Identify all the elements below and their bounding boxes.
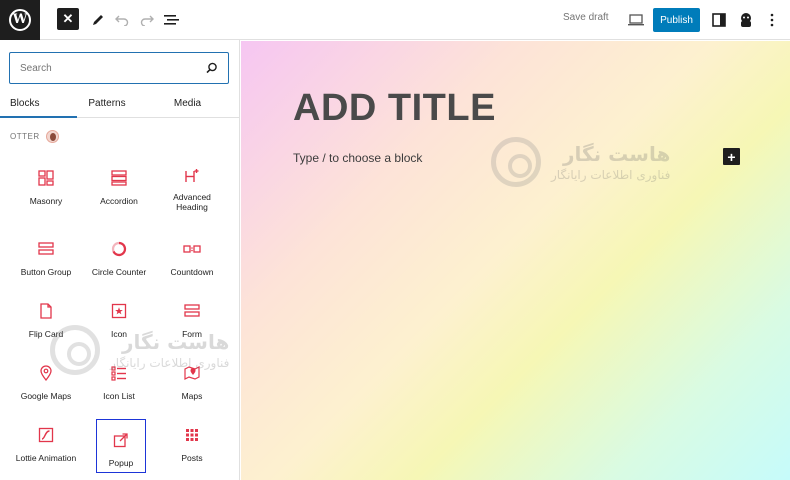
redo-icon [140,15,154,26]
post-title[interactable]: ADD TITLE [293,87,496,130]
popup-icon [111,430,131,450]
settings-button[interactable] [710,8,728,32]
circle-counter-icon [109,239,129,259]
block-label: Maps [181,391,203,401]
button-group-icon [36,239,56,259]
icon-list-icon [109,363,129,383]
block-label: Lottie Animation [15,453,77,463]
desktop-preview-icon [628,14,644,26]
watermark: هاست نگار فناوری اطلاعات رایانگار [491,137,670,187]
wordpress-icon: W [9,8,31,31]
block-label: Circle Counter [91,267,147,277]
wordpress-logo-button[interactable]: W [0,0,40,40]
undo-button[interactable] [113,8,131,32]
block-advanced-heading[interactable]: Advanced Heading [165,158,219,212]
block-label: Popup [108,458,134,468]
sidebar-settings-icon [712,13,726,27]
block-circle-counter[interactable]: Circle Counter [92,229,146,283]
block-icon[interactable]: Icon [92,291,146,345]
inserter-tabs: Blocks Patterns Media [0,90,239,118]
more-options-button[interactable] [764,8,780,32]
otter-avatar-icon [45,130,59,143]
preview-button[interactable] [626,8,646,32]
more-vertical-icon [770,13,774,27]
block-masonry[interactable]: Masonry [19,158,73,212]
add-block-button[interactable]: + [723,148,740,165]
list-view-icon [164,15,179,25]
block-accordion[interactable]: Accordion [92,158,146,212]
block-label: Masonry [29,196,63,206]
icon-block-icon [109,301,129,321]
otter-icon [741,13,751,27]
search-box [9,52,229,84]
block-label: Button Group [20,267,72,277]
block-label: Advanced Heading [173,192,211,212]
block-popup[interactable]: Popup [96,419,146,473]
save-draft-button[interactable]: Save draft [563,12,609,23]
redo-button[interactable] [138,8,156,32]
block-inserter-panel: Blocks Patterns Media OTTER Masonry Acco… [0,40,240,480]
category-header: OTTER [10,130,59,143]
block-icon-list[interactable]: Icon List [92,353,146,407]
search-input[interactable] [20,62,206,74]
pencil-icon [93,15,103,25]
document-overview-button[interactable] [162,8,182,32]
block-flip-card[interactable]: Flip Card [19,291,73,345]
block-countdown[interactable]: Countdown [165,229,219,283]
block-form[interactable]: Form [165,291,219,345]
block-label: Posts [181,453,203,463]
block-button-group[interactable]: Button Group [19,229,73,283]
tab-blocks[interactable]: Blocks [0,90,77,118]
tab-media[interactable]: Media [137,90,233,117]
block-placeholder[interactable]: Type / to choose a block [293,151,422,165]
block-posts[interactable]: Posts [165,415,219,469]
top-toolbar: W ✕ Save draft Publish [0,0,790,40]
block-label: Accordion [100,196,138,206]
close-inserter-button[interactable]: ✕ [57,8,79,30]
lottie-animation-icon [36,425,56,445]
edit-tools-button[interactable] [88,8,108,32]
otter-plugin-button[interactable] [737,8,755,32]
block-lottie-animation[interactable]: Lottie Animation [16,415,76,469]
block-label: Icon List [103,391,135,401]
block-label: Icon [110,329,128,339]
block-label: Flip Card [28,329,64,339]
flip-card-icon [36,301,56,321]
block-label: Google Maps [20,391,72,401]
block-label: Countdown [170,267,214,277]
form-icon [182,301,202,321]
posts-icon [182,425,202,445]
google-maps-icon [36,363,56,383]
watermark-subtitle: فناوری اطلاعات رایانگار [551,168,671,182]
watermark-title: هاست نگار [562,142,671,166]
countdown-icon [182,239,202,259]
tab-patterns[interactable]: Patterns [77,90,137,117]
block-label: Form [182,329,202,339]
advanced-heading-icon [182,168,202,184]
masonry-icon [36,168,56,188]
accordion-icon [109,168,129,188]
editor-canvas: ADD TITLE Type / to choose a block + هاس… [241,41,790,480]
block-google-maps[interactable]: Google Maps [19,353,73,407]
watermark-logo-icon [491,137,541,187]
undo-icon [115,15,129,26]
category-label: OTTER [10,132,40,141]
search-icon[interactable] [206,62,218,74]
maps-icon [182,363,202,383]
publish-button[interactable]: Publish [653,8,700,32]
block-maps[interactable]: Maps [165,353,219,407]
